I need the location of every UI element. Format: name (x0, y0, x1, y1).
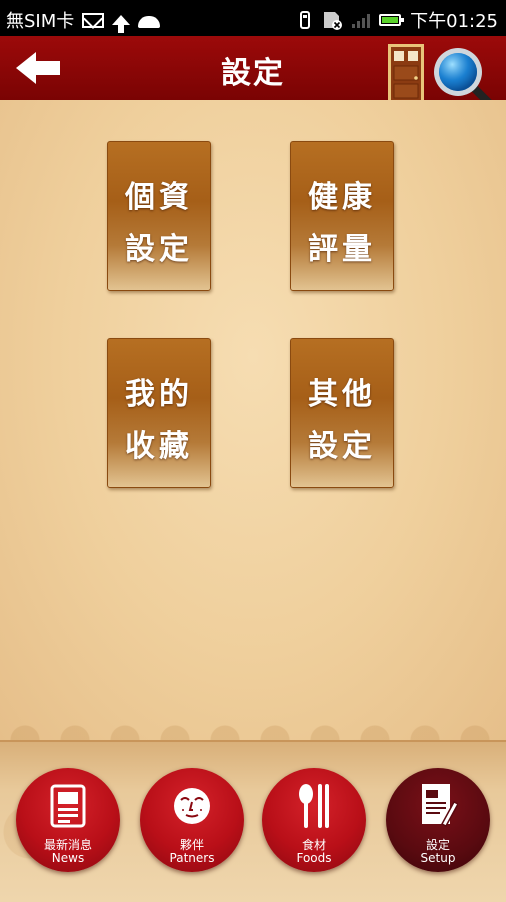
tab-setup[interactable]: 設定 Setup (386, 768, 490, 872)
wave-pattern (0, 706, 506, 740)
status-bar: 無SIM卡 下午01:25 (0, 0, 506, 36)
settings-panel: 個資 設定 健康 評量 我的 收藏 其他 設定 (0, 100, 506, 740)
door-icon[interactable] (388, 44, 424, 102)
tab-news-label-en: News (51, 851, 85, 865)
face-icon (174, 788, 210, 824)
personal-settings-button[interactable]: 個資 設定 (107, 141, 211, 291)
health-assessment-button[interactable]: 健康 評量 (290, 141, 394, 291)
signal-icon (352, 12, 371, 28)
clock-text: 下午01:25 (410, 11, 498, 32)
battery-icon (379, 14, 405, 26)
tab-foods-label-en: Foods (296, 851, 332, 865)
sd-card-icon (324, 12, 343, 30)
my-favorites-button[interactable]: 我的 收藏 (107, 338, 211, 488)
tab-partners[interactable]: 夥伴 Patners (140, 768, 244, 872)
spoon-chopsticks-icon (299, 784, 329, 828)
tab-partners-label-en: Patners (169, 851, 215, 865)
usb-icon (300, 11, 311, 29)
upload-icon (112, 15, 131, 33)
tab-setup-label-en: Setup (420, 851, 456, 865)
newspaper-icon (50, 784, 86, 828)
tab-news[interactable]: 最新消息 News (16, 768, 120, 872)
bottom-tab-bar: 最新消息 News 夥伴 Patners 食材 Foods 設定 Setup (0, 740, 506, 902)
other-settings-button[interactable]: 其他 設定 (290, 338, 394, 488)
title-bar: 設定 (0, 36, 506, 110)
gmail-icon (82, 12, 105, 28)
android-icon (138, 16, 161, 28)
sim-status-text: 無SIM卡 (6, 11, 75, 32)
tab-foods[interactable]: 食材 Foods (262, 768, 366, 872)
document-edit-icon (422, 784, 458, 827)
